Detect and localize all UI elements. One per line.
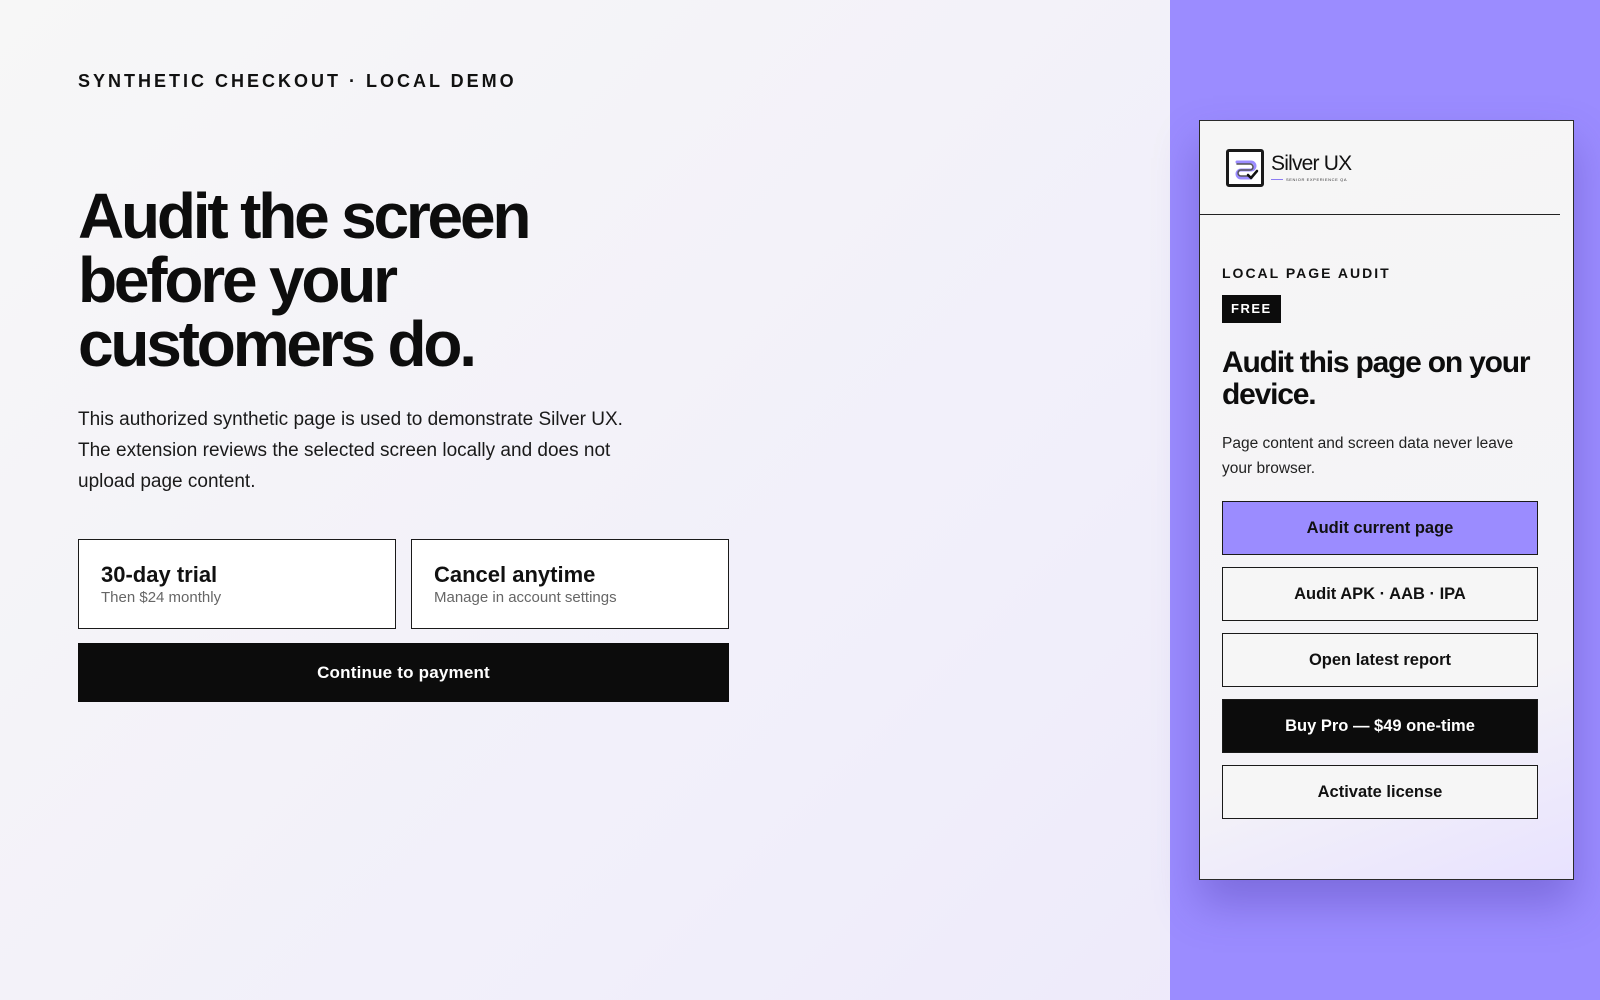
cancel-card: Cancel anytime Manage in account setting…	[411, 539, 729, 629]
audit-app-package-button[interactable]: Audit APK · AAB · IPA	[1222, 567, 1538, 621]
audit-current-page-button[interactable]: Audit current page	[1222, 501, 1538, 555]
silver-ux-logo-icon	[1226, 148, 1264, 187]
checkout-page: SYNTHETIC CHECKOUT · LOCAL DEMO Audit th…	[0, 0, 1170, 1000]
buy-pro-button[interactable]: Buy Pro — $49 one-time	[1222, 699, 1538, 753]
trial-card-subtitle: Then $24 monthly	[101, 589, 222, 606]
cancel-card-subtitle: Manage in account settings	[434, 589, 617, 606]
popup-title: Audit this page on your device.	[1222, 346, 1531, 411]
brand-tagline: SENIOR EXPERIENCE QA	[1271, 177, 1351, 182]
brand-wordmark: Silver UX SENIOR EXPERIENCE QA	[1271, 152, 1352, 183]
continue-to-payment-button[interactable]: Continue to payment	[78, 643, 729, 702]
activate-license-button[interactable]: Activate license	[1222, 765, 1538, 819]
popup-eyebrow: LOCAL PAGE AUDIT	[1222, 265, 1391, 281]
extension-popup: Silver UX SENIOR EXPERIENCE QA LOCAL PAG…	[1199, 120, 1574, 880]
trial-card: 30-day trial Then $24 monthly	[78, 539, 396, 629]
extension-panel-backdrop: Silver UX SENIOR EXPERIENCE QA LOCAL PAG…	[1170, 0, 1600, 1000]
page-headline: Audit the screen before your customers d…	[78, 180, 531, 380]
page-description: This authorized synthetic page is used t…	[78, 409, 623, 492]
plan-badge: FREE	[1222, 295, 1281, 323]
popup-description: Page content and screen data never leave…	[1222, 435, 1514, 477]
cancel-card-title: Cancel anytime	[434, 562, 596, 587]
brand-name: Silver UX	[1271, 152, 1352, 175]
trial-card-title: 30-day trial	[101, 562, 218, 587]
open-latest-report-button[interactable]: Open latest report	[1222, 633, 1538, 687]
plan-cards: 30-day trial Then $24 monthly Cancel any…	[78, 539, 729, 629]
popup-header: Silver UX SENIOR EXPERIENCE QA	[1200, 121, 1560, 215]
page-eyebrow: SYNTHETIC CHECKOUT · LOCAL DEMO	[78, 71, 517, 91]
